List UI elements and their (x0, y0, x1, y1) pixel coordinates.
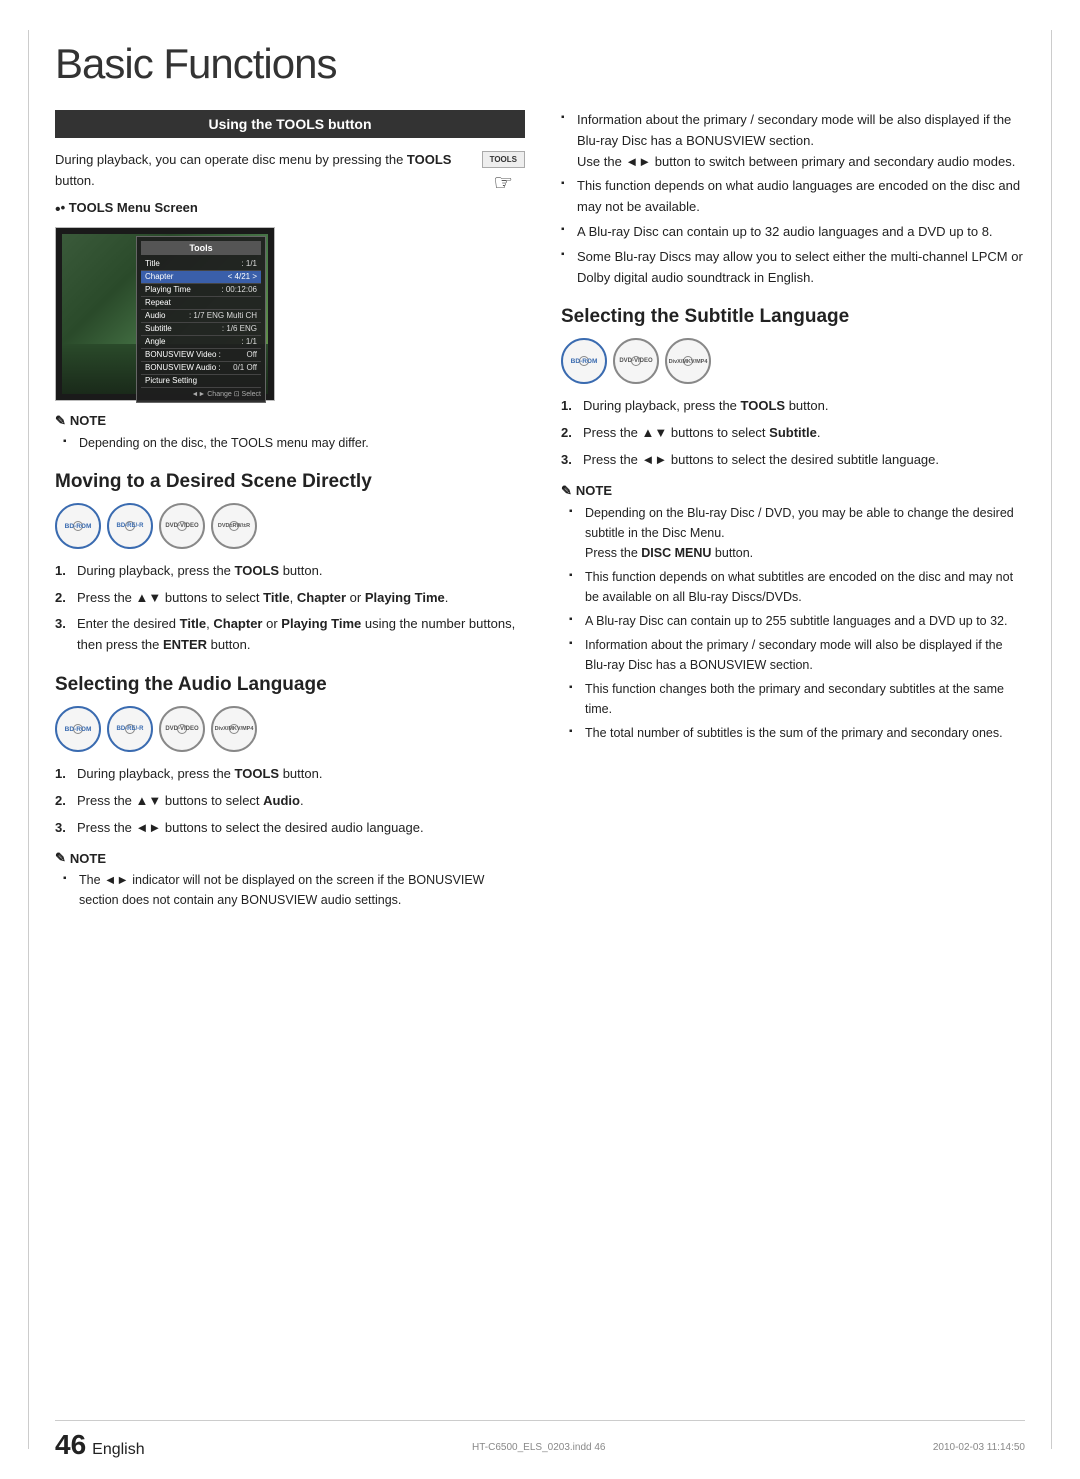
tools-button-image: TOOLS ☞ (482, 150, 525, 196)
moving-heading: Moving to a Desired Scene Directly (55, 471, 525, 493)
note-2-title: ✎ NOTE (55, 850, 525, 866)
border-left (28, 30, 29, 1449)
subtitle-disc-bd-rom: BD-ROM (561, 338, 607, 384)
moving-disc-badges: BD-ROM BD-RE/-R DVD-VIDEO DVD±RW/±R (55, 503, 525, 549)
tools-panel-title: Tools (141, 241, 261, 255)
note-1-list: Depending on the disc, the TOOLS menu ma… (63, 433, 525, 453)
audio-lang-heading: Selecting the Audio Language (55, 674, 525, 696)
audio-disc-divx: DivX/MKV/MP4 (211, 706, 257, 752)
audio-lang-section: Selecting the Audio Language BD-ROM BD-R… (55, 674, 525, 838)
tools-panel-footer: ◄► Change ⊡ Select (141, 388, 261, 398)
disc-badge-bd-re-r: BD-RE/-R (107, 503, 153, 549)
audio-disc-dvd-video: DVD-VIDEO (159, 706, 205, 752)
tools-row-repeat: Repeat (141, 297, 261, 310)
note-3-item-6: The total number of subtitles is the sum… (569, 723, 1025, 743)
moving-steps: 1. During playback, press the TOOLS butt… (55, 561, 525, 656)
note-3-icon: ✎ (561, 483, 572, 499)
note-1-title: ✎ NOTE (55, 413, 525, 429)
note-3-item-1: Depending on the Blu-ray Disc / DVD, you… (569, 503, 1025, 563)
moving-step-2: 2. Press the ▲▼ buttons to select Title,… (55, 588, 525, 609)
note-3-list: Depending on the Blu-ray Disc / DVD, you… (569, 503, 1025, 743)
footer-date: 2010-02-03 11:14:50 (933, 1438, 1025, 1453)
two-column-layout: Using the TOOLS button TOOLS ☞ During pl… (55, 110, 1025, 922)
border-right (1051, 30, 1052, 1449)
note-3-item-3: A Blu-ray Disc can contain up to 255 sub… (569, 611, 1025, 631)
tools-row-bonusview-video: BONUSVIEW Video : Off (141, 349, 261, 362)
tools-row-bonusview-audio: BONUSVIEW Audio : 0/1 Off (141, 362, 261, 375)
tools-row-angle: Angle : 1/1 (141, 336, 261, 349)
tools-menu-label: • TOOLS Menu Screen (55, 200, 472, 219)
moving-step-1: 1. During playback, press the TOOLS butt… (55, 561, 525, 582)
hand-pointer-icon: ☞ (482, 170, 525, 196)
using-tools-section: Using the TOOLS button TOOLS ☞ During pl… (55, 110, 525, 401)
moving-section: Moving to a Desired Scene Directly BD-RO… (55, 471, 525, 656)
audio-step-2: 2. Press the ▲▼ buttons to select Audio. (55, 791, 525, 812)
right-bullet-3: A Blu-ray Disc can contain up to 32 audi… (561, 222, 1025, 243)
note-2-section: ✎ NOTE The ◄► indicator will not be disp… (55, 850, 525, 910)
subtitle-step-1: 1. During playback, press the TOOLS butt… (561, 396, 1025, 417)
right-column: Information about the primary / secondar… (561, 110, 1025, 922)
note-2-list: The ◄► indicator will not be displayed o… (63, 870, 525, 910)
right-bullet-4: Some Blu-ray Discs may allow you to sele… (561, 247, 1025, 289)
note-3-item-4: Information about the primary / secondar… (569, 635, 1025, 675)
tools-overlay-panel: Tools Title : 1/1 Chapter < 4/21 > Playi… (136, 236, 266, 403)
note-1-item-1: Depending on the disc, the TOOLS menu ma… (63, 433, 525, 453)
audio-steps: 1. During playback, press the TOOLS butt… (55, 764, 525, 838)
subtitle-disc-dvd-video: DVD-VIDEO (613, 338, 659, 384)
tools-row-title: Title : 1/1 (141, 258, 261, 271)
tools-row-chapter: Chapter < 4/21 > (141, 271, 261, 284)
tools-btn-label: TOOLS (482, 151, 525, 168)
left-column: Using the TOOLS button TOOLS ☞ During pl… (55, 110, 525, 922)
disc-badge-dvd-video: DVD-VIDEO (159, 503, 205, 549)
tools-row-audio: Audio : 1/7 ENG Multi CH (141, 310, 261, 323)
audio-disc-bd-re-r: BD-RE/-R (107, 706, 153, 752)
subtitle-steps: 1. During playback, press the TOOLS butt… (561, 396, 1025, 470)
audio-disc-badges: BD-ROM BD-RE/-R DVD-VIDEO DivX/MKV/MP4 (55, 706, 525, 752)
note-3-item-2: This function depends on what subtitles … (569, 567, 1025, 607)
subtitle-step-2: 2. Press the ▲▼ buttons to select Subtit… (561, 423, 1025, 444)
note-icon: ✎ (55, 413, 66, 429)
footer-page-number: 46English (55, 1429, 145, 1461)
page: Basic Functions Using the TOOLS button T… (0, 0, 1080, 1479)
using-tools-body: During playback, you can operate disc me… (55, 150, 525, 192)
moving-step-3: 3. Enter the desired Title, Chapter or P… (55, 614, 525, 656)
subtitle-lang-heading: Selecting the Subtitle Language (561, 306, 1025, 328)
right-bullet-2: This function depends on what audio lang… (561, 176, 1025, 218)
right-bullet-1: Information about the primary / secondar… (561, 110, 1025, 172)
tools-screen-mockup: Tools Title : 1/1 Chapter < 4/21 > Playi… (55, 227, 275, 401)
footer: 46English HT-C6500_ELS_0203.indd 46 2010… (55, 1420, 1025, 1461)
footer-file: HT-C6500_ELS_0203.indd 46 (472, 1438, 605, 1453)
tools-row-playing-time: Playing Time : 00:12:06 (141, 284, 261, 297)
using-tools-heading: Using the TOOLS button (55, 110, 525, 138)
subtitle-disc-divx: DivX/MKV/MP4 (665, 338, 711, 384)
audio-step-1: 1. During playback, press the TOOLS butt… (55, 764, 525, 785)
audio-step-3: 3. Press the ◄► buttons to select the de… (55, 818, 525, 839)
audio-disc-bd-rom: BD-ROM (55, 706, 101, 752)
subtitle-lang-section: Selecting the Subtitle Language BD-ROM D… (561, 306, 1025, 470)
right-info-bullets: Information about the primary / secondar… (561, 110, 1025, 288)
disc-badge-dvd-rw: DVD±RW/±R (211, 503, 257, 549)
subtitle-disc-badges: BD-ROM DVD-VIDEO DivX/MKV/MP4 (561, 338, 1025, 384)
tools-row-picture-setting: Picture Setting (141, 375, 261, 388)
note-3-section: ✎ NOTE Depending on the Blu-ray Disc / D… (561, 483, 1025, 743)
note-2-item-1: The ◄► indicator will not be displayed o… (63, 870, 525, 910)
tools-screen-inner: Tools Title : 1/1 Chapter < 4/21 > Playi… (60, 232, 270, 396)
note-3-item-5: This function changes both the primary a… (569, 679, 1025, 719)
subtitle-step-3: 3. Press the ◄► buttons to select the de… (561, 450, 1025, 471)
tools-row-subtitle: Subtitle : 1/6 ENG (141, 323, 261, 336)
note-1-section: ✎ NOTE Depending on the disc, the TOOLS … (55, 413, 525, 453)
note-3-title: ✎ NOTE (561, 483, 1025, 499)
note-2-icon: ✎ (55, 850, 66, 866)
disc-badge-bd-rom: BD-ROM (55, 503, 101, 549)
page-title: Basic Functions (55, 40, 1025, 88)
